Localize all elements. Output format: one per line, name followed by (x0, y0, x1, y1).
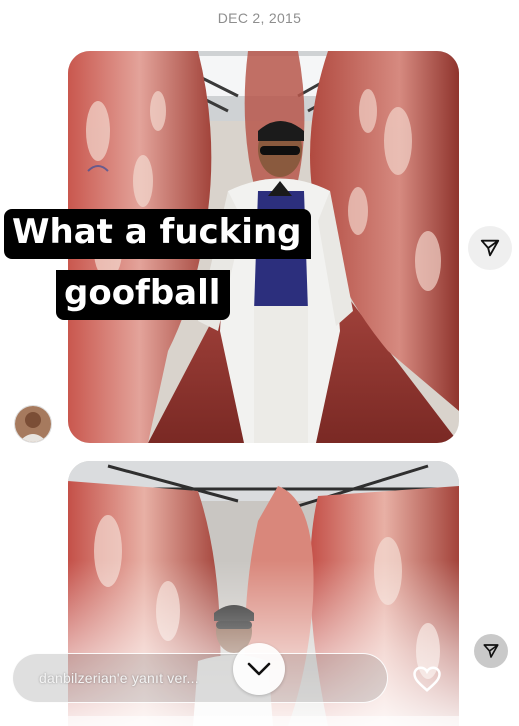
date-header: DEC 2, 2015 (217, 10, 302, 26)
like-button[interactable] (409, 662, 445, 696)
reply-placeholder: danbilzerian'e yanıt ver... (39, 670, 199, 686)
bottom-strip (0, 716, 519, 726)
caption-line-2: goofball (56, 270, 231, 320)
send-button[interactable] (462, 662, 498, 698)
chevron-down-icon (247, 662, 271, 676)
share-button[interactable] (468, 226, 512, 270)
avatar-image (15, 406, 51, 442)
send-icon (483, 644, 499, 658)
scroll-down-button[interactable] (233, 643, 285, 695)
caption-line-1: What a fucking (4, 209, 312, 259)
sender-avatar[interactable] (14, 405, 52, 443)
reply-input[interactable]: danbilzerian'e yanıt ver... (12, 653, 388, 703)
send-icon (468, 669, 492, 691)
heart-icon (413, 666, 441, 692)
send-icon (480, 239, 500, 257)
